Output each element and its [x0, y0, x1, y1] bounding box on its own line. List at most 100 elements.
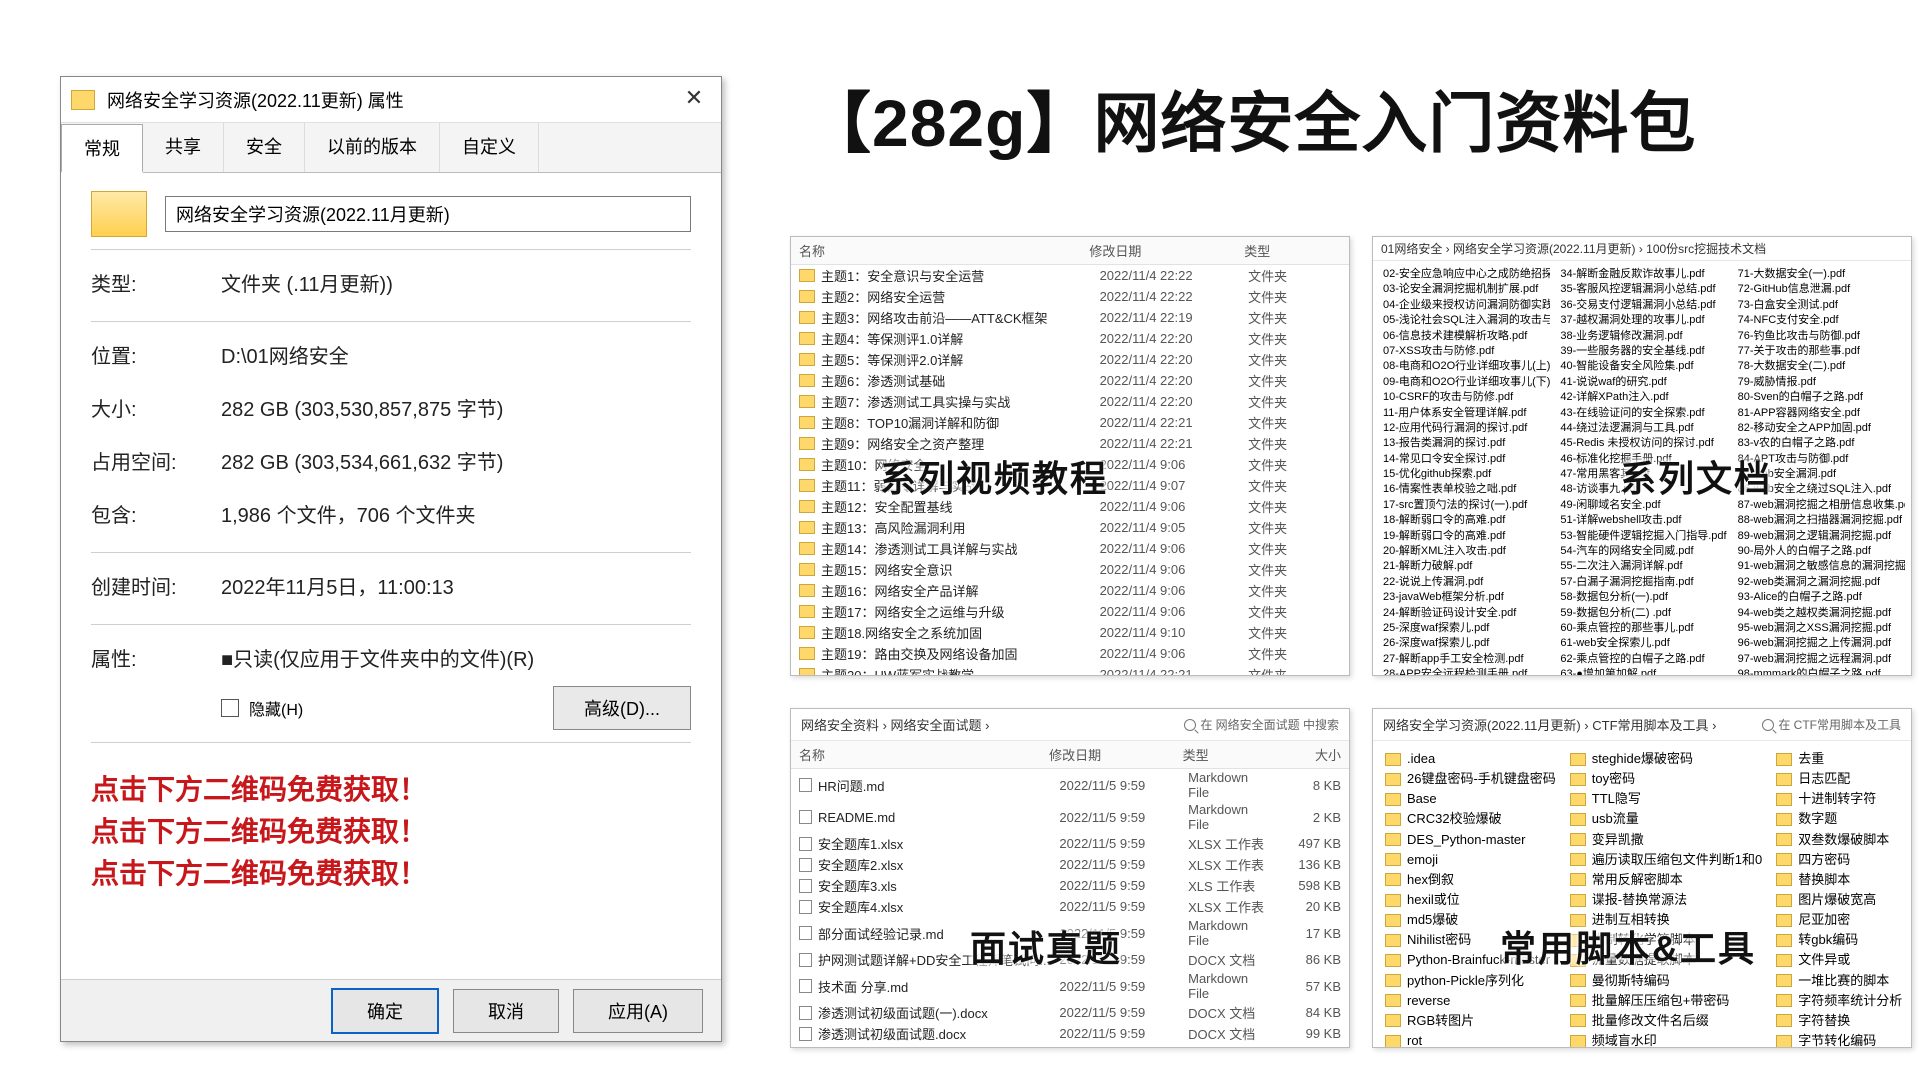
list-item[interactable]: 57-白漏子漏洞挖掘指南.pdf [1556, 575, 1727, 590]
list-item[interactable]: 十进制转字符 [1776, 789, 1902, 809]
advanced-button[interactable]: 高级(D)... [553, 686, 691, 730]
column-header[interactable]: 名称 [799, 745, 1049, 764]
list-item[interactable]: 主题17：网络安全之运维与升级2022/11/4 9:06文件夹 [791, 601, 1349, 622]
column-header[interactable]: 类型 [1183, 745, 1266, 764]
list-item[interactable]: 98-mmmark的白帽子之路.pdf [1734, 667, 1905, 676]
list-item[interactable]: 16-情案性表单校验之咄.pdf [1379, 482, 1550, 497]
list-item[interactable]: 字符替换 [1776, 1011, 1902, 1031]
list-item[interactable]: CRC32校验爆破 [1385, 809, 1556, 829]
list-item[interactable]: 39-一些服务器的安全基线.pdf [1556, 344, 1727, 359]
list-item[interactable]: usb流量 [1570, 809, 1762, 829]
list-item[interactable]: 渗透测试初级面试题(一).docx2022/11/5 9:59DOCX 文档84… [791, 1002, 1349, 1023]
list-item[interactable]: 59-数据包分析(二) .pdf [1556, 606, 1727, 621]
list-item[interactable]: 44-绕过法逻漏洞与工具.pdf [1556, 421, 1727, 436]
list-item[interactable]: 09-电商和O2O行业详细攻事儿(下).pdf [1379, 375, 1550, 390]
breadcrumb[interactable]: 网络安全资料 › 网络安全面试题 › [801, 715, 990, 734]
list-item[interactable]: 18-解断弱口令的高难.pdf [1379, 513, 1550, 528]
readonly-checkbox[interactable]: ■ [221, 649, 233, 671]
list-item[interactable]: 53-智能硬件逻辑挖掘入门指导.pdf [1556, 529, 1727, 544]
list-item[interactable]: 96-web漏洞挖掘之上传漏洞.pdf [1734, 636, 1905, 651]
list-item[interactable]: 63-●增加第加解.pdf [1556, 667, 1727, 676]
list-item[interactable]: 主题13：高风险漏洞利用2022/11/4 9:05文件夹 [791, 517, 1349, 538]
search-placeholder[interactable]: 在 网络安全面试题 中搜索 [1200, 716, 1339, 733]
list-item[interactable]: 主题15：网络安全意识2022/11/4 9:06文件夹 [791, 559, 1349, 580]
list-item[interactable]: 文件异或 [1776, 950, 1902, 970]
list-item[interactable]: 03-论安全漏洞挖掘机制扩展.pdf [1379, 282, 1550, 297]
tab-1[interactable]: 共享 [143, 123, 224, 172]
list-item[interactable]: Base [1385, 789, 1556, 809]
list-item[interactable]: 替换脚本 [1776, 870, 1902, 890]
list-item[interactable]: 安全题库1.xlsx2022/11/5 9:59XLSX 工作表497 KB [791, 833, 1349, 854]
list-item[interactable]: 遍历读取压缩包文件判断1和0 [1570, 850, 1762, 870]
search-icon[interactable] [1762, 719, 1774, 731]
list-item[interactable]: 17-src置顶勺法的探讨(一).pdf [1379, 498, 1550, 513]
list-item[interactable]: 43-在线验证问的安全探索.pdf [1556, 406, 1727, 421]
list-item[interactable]: 谍报-替换常源法 [1570, 890, 1762, 910]
list-item[interactable]: 77-关于攻击的那些事.pdf [1734, 344, 1905, 359]
list-item[interactable]: 04-企业级来授权访问漏洞防御实践.pdf [1379, 298, 1550, 313]
list-item[interactable]: 安全题库3.xls2022/11/5 9:59XLS 工作表598 KB [791, 875, 1349, 896]
list-item[interactable]: 数字题 [1776, 809, 1902, 829]
list-item[interactable]: 54-汽车的网络安全同威.pdf [1556, 544, 1727, 559]
list-item[interactable]: toy密码 [1570, 769, 1762, 789]
list-item[interactable]: 渗透测试初级面试题.docx2022/11/5 9:59DOCX 文档99 KB [791, 1023, 1349, 1044]
tab-0[interactable]: 常规 [61, 124, 143, 173]
list-item[interactable]: 26-深度waf探索儿.pdf [1379, 636, 1550, 651]
list-item[interactable]: 四方密码 [1776, 850, 1902, 870]
list-item[interactable]: 28-APP安全远程检测手册.pdf [1379, 667, 1550, 676]
list-item[interactable]: 07-XSS攻击与防修.pdf [1379, 344, 1550, 359]
list-item[interactable]: 主题5：等保测评2.0详解2022/11/4 22:20文件夹 [791, 349, 1349, 370]
list-item[interactable]: 主题3：网络攻击前沿——ATT&CK框架2022/11/4 22:19文件夹 [791, 307, 1349, 328]
list-item[interactable]: 曼彻斯特编码 [1570, 971, 1762, 991]
breadcrumb[interactable]: 网络安全学习资源(2022.11月更新) › CTF常用脚本及工具 › [1383, 715, 1716, 734]
list-item[interactable]: 双叁数爆破脚本 [1776, 830, 1902, 850]
list-item[interactable]: 转gbk编码 [1776, 930, 1902, 950]
cancel-button[interactable]: 取消 [453, 989, 559, 1033]
list-item[interactable]: 安全题库4.xlsx2022/11/5 9:59XLSX 工作表20 KB [791, 896, 1349, 917]
search-icon[interactable] [1184, 719, 1196, 731]
list-item[interactable]: rot [1385, 1031, 1556, 1048]
list-item[interactable]: 安全题库2.xlsx2022/11/5 9:59XLSX 工作表136 KB [791, 854, 1349, 875]
list-item[interactable]: 88-web漏洞之扫描器漏洞挖掘.pdf [1734, 513, 1905, 528]
list-item[interactable]: 81-APP容器网络安全.pdf [1734, 406, 1905, 421]
list-item[interactable]: python-Pickle序列化 [1385, 971, 1556, 991]
list-item[interactable]: 主题18.网络安全之系统加固2022/11/4 9:10文件夹 [791, 622, 1349, 643]
column-header[interactable]: 名称 [799, 241, 1089, 260]
list-item[interactable]: 79-威胁情报.pdf [1734, 375, 1905, 390]
list-item[interactable]: 55-二次注入漏洞详解.pdf [1556, 559, 1727, 574]
list-item[interactable]: 14-常见口令安全探讨.pdf [1379, 452, 1550, 467]
column-header[interactable]: 修改日期 [1089, 241, 1244, 260]
list-item[interactable]: 频域盲水印 [1570, 1031, 1762, 1048]
list-item[interactable]: 图片爆破宽高 [1776, 890, 1902, 910]
list-item[interactable]: 05-浅论社会SQL注入漏洞的攻击与防修.pdf [1379, 313, 1550, 328]
list-item[interactable]: RGB转图片 [1385, 1011, 1556, 1031]
list-item[interactable]: 90-局外人的白帽子之路.pdf [1734, 544, 1905, 559]
list-item[interactable]: 40-智能设备安全风险集.pdf [1556, 359, 1727, 374]
list-item[interactable]: 62-乘点管控的白帽子之路.pdf [1556, 652, 1727, 667]
list-item[interactable]: 94-web类之越权类漏洞挖掘.pdf [1734, 606, 1905, 621]
list-item[interactable]: 80-Sven的白帽子之路.pdf [1734, 390, 1905, 405]
list-item[interactable]: 37-越权漏洞处理的攻事儿.pdf [1556, 313, 1727, 328]
list-item[interactable]: 13-报告类漏洞的探讨.pdf [1379, 436, 1550, 451]
list-item[interactable]: 主题7：渗透测试工具实操与实战2022/11/4 22:20文件夹 [791, 391, 1349, 412]
list-item[interactable]: 89-web漏洞之逻辑漏洞挖掘.pdf [1734, 529, 1905, 544]
list-item[interactable]: 91-web漏洞之敏感信息的漏洞挖掘.pdf [1734, 559, 1905, 574]
list-item[interactable]: 批量修改文件名后缀 [1570, 1011, 1762, 1031]
list-item[interactable]: 51-详解webshell攻击.pdf [1556, 513, 1727, 528]
list-item[interactable]: 76-钓鱼比攻击与防御.pdf [1734, 329, 1905, 344]
list-item[interactable]: 24-解断验证码设计安全.pdf [1379, 606, 1550, 621]
list-item[interactable]: 变异凯撒 [1570, 830, 1762, 850]
search-placeholder[interactable]: 在 CTF常用脚本及工具 [1778, 716, 1901, 733]
list-item[interactable]: 渗透测试工程师面试大全.pdf2022/11/5 9:59Microsoft E… [791, 1044, 1349, 1048]
list-item[interactable]: 41-说说waf的研究.pdf [1556, 375, 1727, 390]
column-header[interactable]: 类型 [1244, 241, 1341, 260]
list-item[interactable]: 主题19：路由交换及网络设备加固2022/11/4 9:06文件夹 [791, 643, 1349, 664]
list-item[interactable]: 72-GitHub信息泄漏.pdf [1734, 282, 1905, 297]
list-item[interactable]: 23-javaWeb框架分析.pdf [1379, 590, 1550, 605]
list-item[interactable]: 字符频率统计分析 [1776, 991, 1902, 1011]
list-item[interactable]: 78-大数据安全(二).pdf [1734, 359, 1905, 374]
tab-3[interactable]: 以前的版本 [305, 123, 440, 172]
list-item[interactable]: 19-解断弱口令的高难.pdf [1379, 529, 1550, 544]
list-item[interactable]: TTL隐写 [1570, 789, 1762, 809]
list-item[interactable]: 主题8：TOP10漏洞详解和防御2022/11/4 22:21文件夹 [791, 412, 1349, 433]
